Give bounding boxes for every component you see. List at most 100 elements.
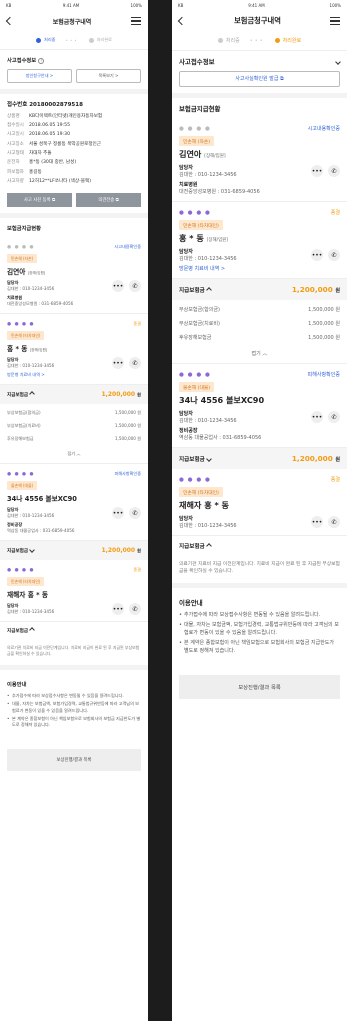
breakdown-amount: 1,500,000 원 — [308, 320, 340, 327]
payment-breakdown: 부상보험금(합의금) 1,500,000 원 부상보험금(치료비) 1,500,000… — [0, 404, 148, 447]
back-icon[interactable] — [177, 16, 187, 26]
payment-amount-row[interactable]: 지급보험금 1,200,000 원 — [0, 385, 148, 404]
fold-button[interactable]: 접기 ︿ — [0, 447, 148, 464]
breakdown-row: 후유장해보험금 1,500,000 원 — [7, 432, 141, 445]
claim-card-4: ● ● ● ● 종결 민손해 (타차대인) 재해자 홍 * 동 담당자 김대한 : … — [172, 469, 347, 536]
info-value: 2018.06.05 19:30 — [29, 132, 71, 138]
phone-icon[interactable]: ✆ — [328, 249, 340, 261]
payment-amount-row[interactable]: 지급보험금 1,200,000 원 — [172, 448, 347, 469]
status-link[interactable]: 종결 — [133, 567, 141, 573]
progress-steps: 처리중 ••• 처리완료 — [172, 32, 347, 51]
info-key: 접수일시 — [7, 122, 24, 128]
status-link[interactable]: 피해사항확인중 — [114, 471, 141, 477]
status-link[interactable]: 종결 — [331, 209, 340, 216]
result-list-button[interactable]: 보상진행/결과 목록 — [7, 748, 141, 771]
status-link[interactable]: 시고내용확인중 — [308, 125, 340, 132]
accident-info-section: 사고접수정보? 방인청구안내 > 목록보기 > — [0, 50, 148, 89]
treatment-cost-link[interactable]: 방문병 치료비 내역 > — [179, 265, 340, 272]
battery: 100% — [130, 2, 142, 8]
accident-info-section: 사고접수정보 사고사실확인원 발급 ⧉ — [172, 51, 347, 93]
step-dot-icon — [217, 38, 223, 43]
info-key: 운전자 — [7, 160, 20, 166]
claim-type-badge: 민손해 (타차대인) — [179, 220, 223, 230]
treatment-cost-link[interactable]: 방문병 치료비 내역 > — [7, 372, 141, 378]
claim-card-3: ● ● ● ● 피해사항확인중 물손해 (대물) 34나 4556 볼보XC90 … — [0, 464, 148, 541]
breakdown-label: 부상보험금(치료비) — [179, 320, 220, 327]
chat-icon[interactable]: ••• — [112, 603, 124, 615]
hospital-info: 대전중앙성모병원 : 031-6859-4056 — [7, 301, 74, 306]
phone-icon[interactable]: ✆ — [129, 603, 141, 615]
claim-type-badge: 물손해 (대물) — [179, 382, 215, 392]
payment-amount-row[interactable]: 지급보험금 1,200,000 원 — [172, 279, 347, 300]
section-title[interactable]: 사고접수정보 — [179, 57, 341, 66]
breakdown-label: 부상보험금(합의금) — [7, 409, 41, 415]
breakdown-row: 부상보험금(치료비) 1,500,000 원 — [179, 316, 340, 330]
photo-register-button[interactable]: 사고 사진 등록 ⧉ — [7, 193, 72, 207]
status-link[interactable]: 종결 — [331, 476, 340, 483]
chat-icon[interactable]: ••• — [112, 357, 124, 369]
guide-title: 이용안내 — [179, 599, 203, 608]
manager-contact: 김대한 : 010-1234-3456 — [179, 523, 237, 529]
section-title: 사고접수정보? — [7, 57, 45, 64]
carrier: KB — [6, 2, 12, 8]
claim-type-badge: 민손해 (자손) — [179, 136, 215, 146]
claim-type-badge: 민손해 (타차대인) — [7, 577, 45, 586]
claimant-name: 김연아 [장해/입원] — [179, 149, 226, 159]
chat-icon[interactable]: ••• — [311, 249, 323, 261]
opinion-send-button[interactable]: 의견전송 ⧉ — [76, 193, 141, 207]
guide-item: 대물, 자차는 보험금액, 보험가입경력, 교통법규위반등에 따라 고객님의 보… — [179, 622, 340, 638]
right-screen: KB 9:41 AM 100% 보험금청구내역 처리중 ••• 처리완료 사고접… — [172, 0, 347, 1021]
phone-icon[interactable]: ✆ — [328, 411, 340, 423]
status-link[interactable]: 종결 — [133, 321, 141, 327]
menu-icon[interactable] — [329, 17, 340, 25]
result-list-button[interactable]: 보상진행/결과 목록 — [179, 675, 340, 700]
claim-card-2: ● ● ● ● 종결 민손해 (타차대인) 홍 * 동 [장해/입원] 담당자 김대… — [172, 202, 347, 279]
phone-icon[interactable]: ✆ — [129, 280, 141, 292]
certificate-button[interactable]: 사고사실확인원 발급 ⧉ — [179, 71, 340, 87]
claim-card-1: ● ● ● ● 시고내용확인중 민손해 (자손) 김연아 [장해/입원] 담당자 김… — [172, 118, 347, 202]
payment-status-title: 보험금지급현황 — [179, 105, 221, 113]
vehicle-name: 34나 4556 볼보XC90 — [7, 495, 77, 503]
collapse-icon — [28, 390, 35, 397]
info-key: 사고장소 — [7, 141, 24, 147]
help-icon[interactable]: ? — [38, 57, 45, 64]
phone-icon[interactable]: ✆ — [328, 516, 340, 528]
claim-card-1: ● ● ● ● 시고내용확인중 민손해 (자손) 김연아 [장해/입원] 담당자 김… — [0, 237, 148, 314]
phone-icon[interactable]: ✆ — [129, 507, 141, 519]
payment-amount-row[interactable]: 지급보험금 — [172, 536, 347, 556]
menu-icon[interactable] — [130, 17, 141, 25]
claim-type-badge: 민손해 (타차대인) — [7, 331, 45, 340]
info-value: 홍길동 — [29, 169, 42, 175]
status-link[interactable]: 피해사항확인중 — [308, 371, 340, 378]
payment-breakdown: 부상보험금(합의금) 1,500,000 원 부상보험금(치료비) 1,500,000… — [172, 300, 347, 346]
manager-contact: 김대한 : 010-1234-3456 — [7, 609, 55, 614]
chat-icon[interactable]: ••• — [112, 507, 124, 519]
chat-icon[interactable]: ••• — [311, 411, 323, 423]
chat-icon[interactable]: ••• — [311, 516, 323, 528]
guide-item: 추가접수에 따라 보상접수사항은 변동될 수 있음을 알려드립니다. — [7, 693, 141, 700]
guide-item: 대물, 자차는 보험금액, 보험가입경력, 교통법규위반등에 따라 고객님의 보… — [7, 701, 141, 714]
status-link[interactable]: 시고내용확인중 — [114, 244, 141, 250]
chat-icon[interactable]: ••• — [311, 165, 323, 177]
progress-dots-icon: ● ● ● ● — [7, 567, 35, 573]
progress-steps: 처리중 ••• 처리완료 — [0, 32, 148, 50]
fold-button[interactable]: 접기 ︿ — [172, 346, 347, 364]
chat-icon[interactable]: ••• — [112, 280, 124, 292]
carrier: KB — [178, 2, 184, 8]
step-processing: 처리중 — [36, 37, 55, 43]
usage-guide: 이용안내 추가접수에 따라 보상접수사항은 변동될 수 있음을 알려드립니다.대… — [0, 664, 148, 741]
claimant-name: 재해자 홍 * 동 — [7, 591, 49, 599]
phone-icon[interactable]: ✆ — [328, 165, 340, 177]
guide-item: 추가접수에 따라 보상접수사항은 변동될 수 있음을 알려드립니다. — [179, 612, 340, 620]
claim-card-3: ● ● ● ● 피해사항확인중 물손해 (대물) 34나 4556 볼보XC90 … — [172, 364, 347, 448]
phone-icon[interactable]: ✆ — [129, 357, 141, 369]
payment-amount-row[interactable]: 지급보험금 1,200,000 원 — [0, 541, 148, 560]
guide-item: 본 계약은 종합보험이 아닌 책임보험으로 보험회사의 보험금 지급한도가 별도… — [179, 640, 340, 656]
progress-dots-icon: ● ● ● ● — [7, 471, 35, 477]
info-key: 사고형태 — [7, 151, 24, 157]
back-icon[interactable] — [5, 16, 15, 26]
payment-amount-row[interactable]: 지급보험금 — [0, 622, 148, 640]
repair-shop-info: 역삼동 대물공업사 : 031-6859-4056 — [179, 435, 262, 441]
guide-button[interactable]: 방인청구안내 > — [7, 69, 72, 83]
list-button[interactable]: 목록보기 > — [76, 69, 141, 83]
